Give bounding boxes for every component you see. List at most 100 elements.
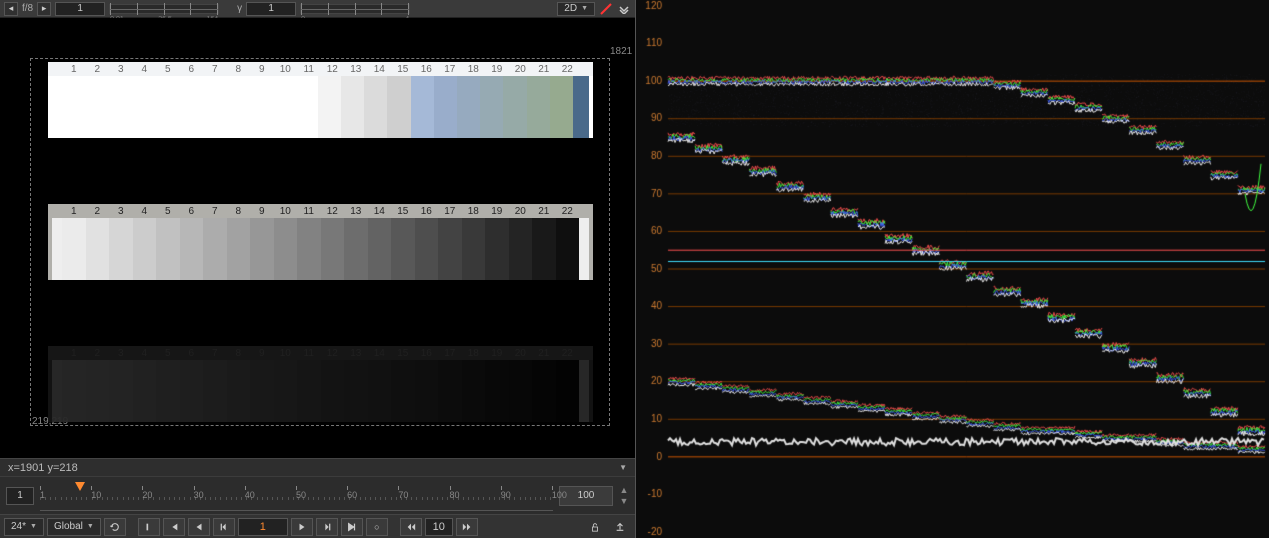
in-point-button[interactable] — [138, 518, 160, 536]
wedge-step-label: 10 — [274, 64, 298, 75]
wedge-step-label: 17 — [438, 206, 462, 217]
wedge-step-label: 12 — [321, 348, 345, 359]
fstop-field[interactable]: 1 — [55, 2, 105, 16]
wedge-step-label: 20 — [509, 206, 533, 217]
step-forward-button[interactable] — [316, 518, 338, 536]
wedge-step-label: 16 — [415, 348, 439, 359]
goto-last-button[interactable] — [341, 518, 363, 536]
fps-dropdown[interactable]: 24*▼ — [4, 518, 44, 536]
step-wedge-mid: 12345678910111213141516171819202122 — [48, 204, 593, 280]
fstop-slider[interactable]: 0.01 36.5 164 — [109, 4, 219, 14]
play-reverse-button[interactable] — [188, 518, 210, 536]
wedge-step-label: 7 — [203, 348, 227, 359]
skip-forward-button[interactable] — [456, 518, 478, 536]
wedge-step-label: 12 — [321, 64, 345, 75]
wedge-step-label: 21 — [532, 64, 556, 75]
export-icon[interactable] — [609, 518, 631, 536]
wedge-step-label: 9 — [250, 206, 274, 217]
expand-down-button[interactable] — [617, 2, 631, 16]
wedge-step-label: 10 — [274, 206, 298, 217]
wedge-step-label: 4 — [133, 206, 157, 217]
gamma-label: γ — [237, 3, 242, 14]
wedge-step-label: 17 — [438, 64, 462, 75]
wedge-step-label: 16 — [415, 64, 439, 75]
lock-icon[interactable] — [584, 518, 606, 536]
wedge-step-label: 2 — [86, 64, 110, 75]
image-viewer[interactable]: 1821 219,219 123456789101112131415161718… — [0, 18, 635, 458]
wedge-step-label: 13 — [344, 64, 368, 75]
wedge-step-label: 22 — [556, 348, 580, 359]
next-fstop-button[interactable]: ▸ — [37, 2, 51, 16]
step-back-button[interactable] — [213, 518, 235, 536]
wedge-step-label: 22 — [556, 64, 580, 75]
timeline-end-field[interactable]: 100 — [559, 486, 613, 506]
chevron-down-icon: ▼ — [30, 523, 37, 530]
wedge-step-label: 11 — [297, 348, 321, 359]
timeline-down-icon[interactable]: ▼ — [619, 496, 629, 506]
wedge-step-label: 11 — [297, 64, 321, 75]
view-mode-dropdown[interactable]: 2D ▼ — [557, 2, 595, 16]
viewer-pane: ◂ f/8 ▸ 1 0.01 36.5 164 γ 1 0 4 — [0, 0, 636, 538]
wedge-step-label: 5 — [156, 348, 180, 359]
play-button[interactable] — [291, 518, 313, 536]
view-mode-label: 2D — [564, 3, 577, 14]
wedge-step-label: 3 — [109, 64, 133, 75]
transport-bar: 24*▼ Global▼ 1 ○ 10 — [0, 514, 635, 538]
loop-button[interactable] — [104, 518, 126, 536]
wedge-step-label: 21 — [532, 348, 556, 359]
wedge-step-label: 6 — [180, 64, 204, 75]
wedge-step-label: 4 — [133, 64, 157, 75]
out-point-button[interactable]: ○ — [366, 518, 388, 536]
wedge-step-label: 22 — [556, 206, 580, 217]
chevron-down-icon: ▼ — [87, 523, 94, 530]
step-wedge-bot: 12345678910111213141516171819202122 — [48, 346, 593, 422]
wedge-step-label: 14 — [368, 64, 392, 75]
wedge-step-label: 12 — [321, 206, 345, 217]
wedge-step-label: 8 — [227, 206, 251, 217]
wedge-step-label: 11 — [297, 206, 321, 217]
wipe-tool-button[interactable] — [599, 2, 613, 16]
chevron-down-icon: ▼ — [581, 5, 588, 12]
wedge-step-label: 1 — [62, 348, 86, 359]
timeline-start-field[interactable]: 1 — [6, 487, 34, 505]
wedge-step-label: 6 — [180, 206, 204, 217]
cursor-coords: x=1901 y=218 — [8, 462, 78, 474]
status-menu-icon[interactable]: ▼ — [619, 463, 627, 472]
fstop-label: f/8 — [22, 3, 33, 14]
current-frame-field[interactable]: 1 — [238, 518, 288, 536]
gamma-field[interactable]: 1 — [246, 2, 296, 16]
wedge-step-label: 19 — [485, 64, 509, 75]
timeline-up-icon[interactable]: ▲ — [619, 485, 629, 495]
viewer-toolbar: ◂ f/8 ▸ 1 0.01 36.5 164 γ 1 0 4 — [0, 0, 635, 18]
wedge-step-label: 9 — [250, 64, 274, 75]
wedge-step-label: 19 — [485, 206, 509, 217]
wedge-step-label: 1 — [62, 64, 86, 75]
timeline-ruler[interactable]: 1102030405060708090100 — [40, 481, 553, 511]
goto-first-button[interactable] — [163, 518, 185, 536]
wedge-step-label: 6 — [180, 348, 204, 359]
scope-dropdown[interactable]: Global▼ — [47, 518, 101, 536]
wedge-step-label: 15 — [391, 64, 415, 75]
wedge-step-label: 19 — [485, 348, 509, 359]
wedge-step-label: 20 — [509, 64, 533, 75]
wedge-step-label: 13 — [344, 206, 368, 217]
timeline[interactable]: 1 1102030405060708090100 100 ▲ ▼ — [0, 476, 635, 514]
wedge-step-label: 13 — [344, 348, 368, 359]
wedge-step-label: 18 — [462, 348, 486, 359]
wedge-step-label: 4 — [133, 348, 157, 359]
wedge-step-label: 14 — [368, 206, 392, 217]
skip-back-button[interactable] — [400, 518, 422, 536]
skip-amount-field[interactable]: 10 — [425, 518, 453, 536]
waveform-scope — [636, 0, 1269, 538]
wedge-step-label: 15 — [391, 206, 415, 217]
gamma-slider[interactable]: 0 4 — [300, 4, 410, 14]
prev-fstop-button[interactable]: ◂ — [4, 2, 18, 16]
wedge-step-label: 3 — [109, 348, 133, 359]
wedge-step-label: 18 — [462, 206, 486, 217]
wedge-step-label: 9 — [250, 348, 274, 359]
wedge-step-label: 5 — [156, 206, 180, 217]
wedge-step-label: 2 — [86, 348, 110, 359]
wedge-step-label: 14 — [368, 348, 392, 359]
wedge-step-label: 7 — [203, 64, 227, 75]
wedge-step-label: 10 — [274, 348, 298, 359]
